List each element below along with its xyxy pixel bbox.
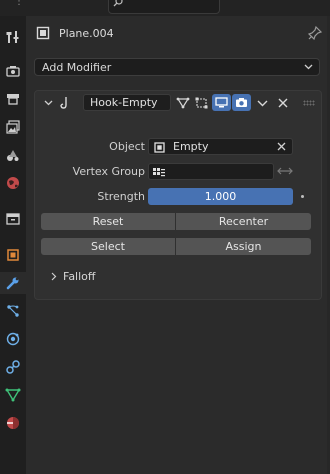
tab-output[interactable] <box>0 88 26 110</box>
collapse-caret-icon[interactable] <box>44 100 53 106</box>
object-icon <box>154 142 165 153</box>
reset-button[interactable]: Reset <box>41 213 175 230</box>
tab-constraints[interactable] <box>0 356 26 378</box>
assign-button[interactable]: Assign <box>176 238 311 255</box>
object-data-icon <box>5 388 21 402</box>
tab-physics[interactable] <box>0 328 26 350</box>
world-icon <box>7 177 19 189</box>
strength-slider[interactable]: 1.000 <box>148 188 293 205</box>
chevron-down-icon <box>304 64 313 70</box>
on-cage-toggle[interactable] <box>173 94 192 111</box>
clear-icon[interactable] <box>277 142 286 151</box>
camera-icon <box>236 98 247 107</box>
tab-object-data[interactable] <box>0 384 26 406</box>
particles-icon <box>7 305 19 317</box>
output-icon <box>7 94 19 105</box>
tab-render[interactable] <box>0 60 26 82</box>
chevron-down-icon[interactable] <box>257 100 268 107</box>
falloff-subpanel-header[interactable]: Falloff <box>51 270 95 283</box>
tab-object[interactable] <box>0 244 26 266</box>
tab-particles[interactable] <box>0 300 26 322</box>
modifier-name-field[interactable]: Hook-Empty <box>83 94 171 111</box>
tab-scene[interactable] <box>0 144 26 166</box>
hook-modifier-panel: Hook-Empty Object Empty Vertex Group Str… <box>34 90 322 300</box>
vertex-group-field[interactable] <box>148 163 274 180</box>
pin-icon[interactable] <box>308 26 322 40</box>
falloff-label: Falloff <box>63 270 96 283</box>
constraints-icon <box>6 360 20 374</box>
tab-world[interactable] <box>0 172 26 194</box>
scene-icon <box>7 150 19 161</box>
object-name: Plane.004 <box>59 26 114 40</box>
tab-collection[interactable] <box>0 208 26 230</box>
realtime-toggle[interactable] <box>212 94 231 111</box>
material-icon <box>7 417 19 429</box>
drag-handle[interactable] <box>303 100 315 106</box>
vertex-triangle-icon <box>176 97 189 108</box>
properties-tab-bar <box>0 16 26 474</box>
render-toggle[interactable] <box>232 94 251 111</box>
add-modifier-label: Add Modifier <box>42 61 112 74</box>
strength-label: Strength <box>97 190 145 203</box>
context-header: Plane.004 <box>36 24 114 42</box>
view-layer-icon <box>6 120 20 134</box>
properties-panel: Plane.004 Add Modifier Hook-Empty Object… <box>26 16 330 474</box>
edit-mode-icon <box>195 97 207 108</box>
invert-arrows-icon[interactable] <box>277 165 293 177</box>
tab-material[interactable] <box>0 412 26 434</box>
top-strip: ⋮ <box>0 0 330 16</box>
monitor-icon <box>215 97 228 108</box>
object-icon <box>7 249 19 261</box>
add-modifier-dropdown[interactable]: Add Modifier <box>34 58 320 76</box>
tab-view-layer[interactable] <box>0 116 26 138</box>
object-field[interactable]: Empty <box>148 138 293 155</box>
render-icon <box>6 66 20 77</box>
search-icon <box>113 0 123 7</box>
area-options-icon[interactable]: ⋮ <box>14 0 24 7</box>
object-value: Empty <box>173 140 209 153</box>
vertex-group-icon <box>153 168 165 177</box>
keyframe-dot-icon[interactable] <box>301 195 304 198</box>
tab-modifiers[interactable] <box>0 272 26 294</box>
search-field[interactable] <box>108 0 220 14</box>
vertex-group-label: Vertex Group <box>72 165 145 178</box>
object-label: Object <box>109 140 145 153</box>
close-icon[interactable] <box>278 98 288 108</box>
chevron-right-icon <box>51 272 57 281</box>
recenter-button[interactable]: Recenter <box>176 213 311 230</box>
collection-icon <box>6 213 20 225</box>
tab-tool[interactable] <box>0 26 26 48</box>
edit-mode-toggle[interactable] <box>192 94 211 111</box>
select-button[interactable]: Select <box>41 238 175 255</box>
modifier-wrench-icon <box>6 277 19 290</box>
tool-icon <box>6 31 19 43</box>
hook-modifier-icon <box>60 97 67 109</box>
object-icon <box>36 26 50 40</box>
physics-icon <box>6 332 20 346</box>
